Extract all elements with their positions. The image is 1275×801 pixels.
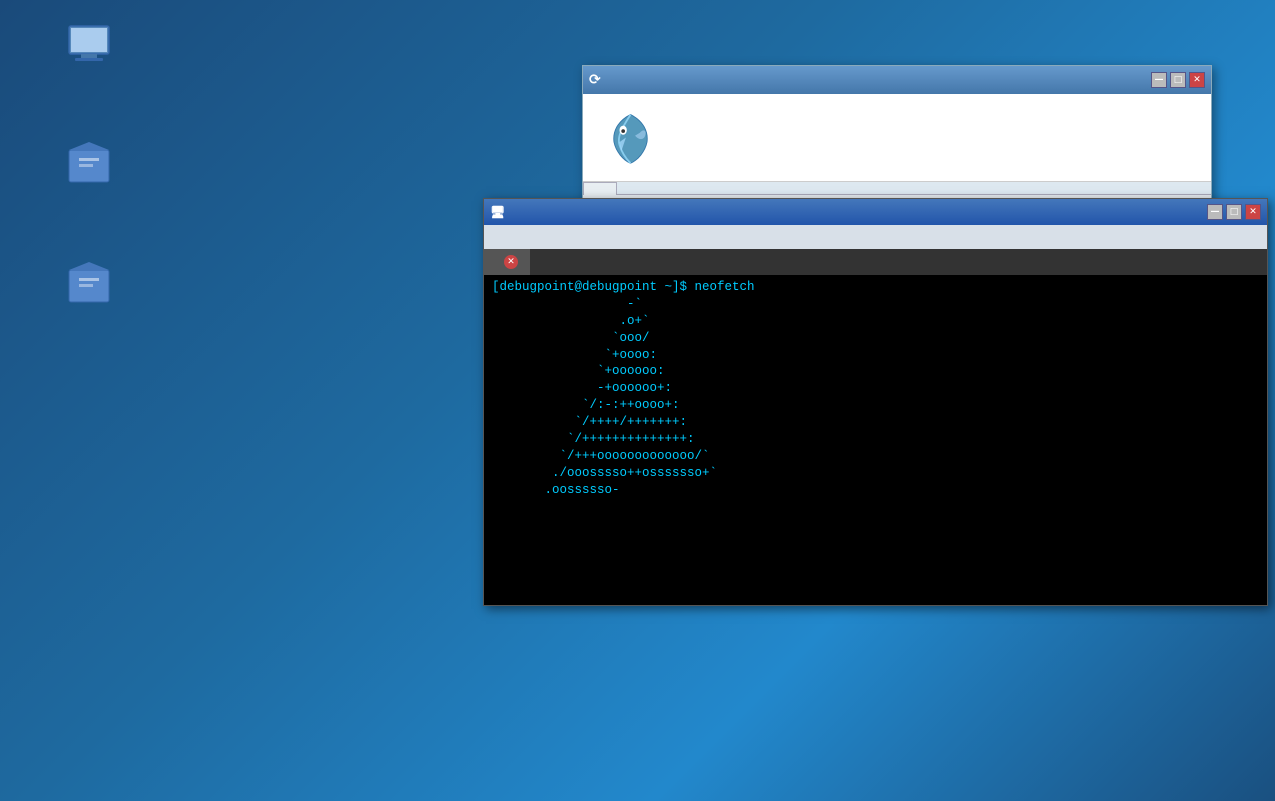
tab-about[interactable] [583, 182, 617, 195]
about-minimize-btn[interactable]: — [1151, 72, 1167, 88]
terminal-text-content: [debugpoint@debugpoint ~]$ neofetch -` .… [492, 279, 1259, 601]
desktop-icon-network[interactable] [44, 260, 134, 312]
terminal-maximize-btn[interactable]: □ [1226, 204, 1242, 220]
about-header [583, 94, 1211, 182]
about-titlebar: ⟳ — □ ✕ [583, 66, 1211, 94]
lxqt-logo [603, 110, 658, 165]
terminal-menu-file[interactable] [488, 235, 504, 239]
network-icon [65, 260, 113, 308]
debugpoint-icon [65, 140, 113, 188]
about-close-btn[interactable]: ✕ [1189, 72, 1205, 88]
terminal-tab-bar: ✕ [484, 249, 1267, 275]
terminal-close-btn[interactable]: ✕ [1245, 204, 1261, 220]
about-window-controls: — □ ✕ [1151, 72, 1205, 88]
terminal-window: 🖥 — □ ✕ ✕ [debugpoint@debugpoint ~]$ neo… [483, 198, 1268, 606]
terminal-body-container: [debugpoint@debugpoint ~]$ neofetch -` .… [484, 275, 1267, 605]
tab-thanks[interactable] [651, 182, 685, 195]
terminal-minimize-btn[interactable]: — [1207, 204, 1223, 220]
about-tabs-bar [583, 182, 1211, 195]
terminal-window-controls: — □ ✕ [1207, 204, 1261, 220]
about-maximize-btn[interactable]: □ [1170, 72, 1186, 88]
computer-icon [65, 20, 113, 68]
terminal-tab[interactable]: ✕ [484, 249, 531, 275]
desktop-icon-computer[interactable] [44, 20, 134, 72]
tab-authors[interactable] [617, 182, 651, 195]
terminal-title-icon: 🖥 [490, 205, 505, 219]
terminal-tab-close[interactable]: ✕ [504, 255, 518, 269]
terminal-menu-view[interactable] [542, 235, 558, 239]
terminal-menu-help[interactable] [560, 235, 576, 239]
about-title-icon: ⟳ [589, 72, 601, 88]
desktop: ⟳ — □ ✕ [0, 0, 1275, 801]
terminal-titlebar: 🖥 — □ ✕ [484, 199, 1267, 225]
tab-translations[interactable] [685, 182, 719, 195]
terminal-menubar [484, 225, 1267, 249]
terminal-menu-edit[interactable] [524, 235, 540, 239]
terminal-body[interactable]: [debugpoint@debugpoint ~]$ neofetch -` .… [484, 275, 1267, 605]
terminal-menu-actions[interactable] [506, 235, 522, 239]
desktop-icon-debugpoint[interactable] [44, 140, 134, 192]
tab-technical-info[interactable] [719, 182, 753, 195]
